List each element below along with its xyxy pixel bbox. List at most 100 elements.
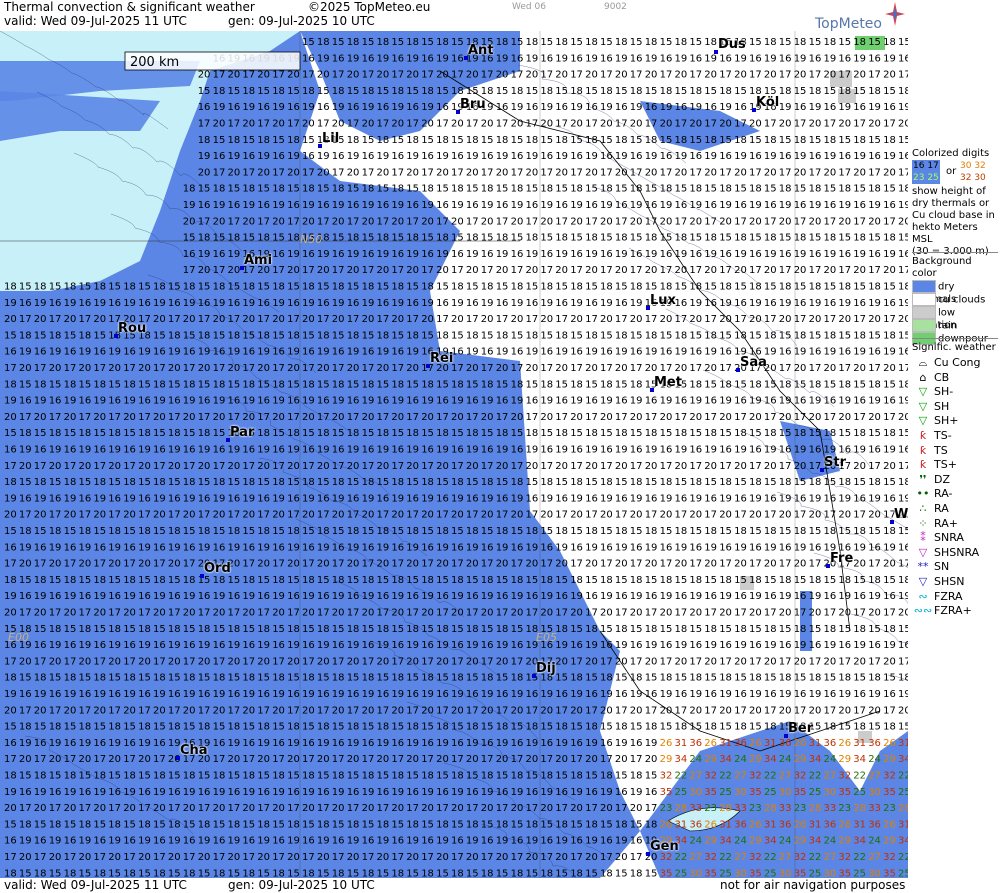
svg-text:19: 19	[511, 298, 524, 309]
svg-text:18: 18	[660, 575, 673, 586]
svg-text:19: 19	[645, 738, 658, 749]
svg-text:18: 18	[645, 624, 658, 635]
svg-text:19: 19	[704, 347, 717, 358]
svg-text:16: 16	[481, 249, 494, 260]
svg-text:16: 16	[570, 542, 583, 553]
city-label[interactable]: Ami	[244, 253, 272, 268]
svg-text:20: 20	[496, 70, 509, 81]
svg-text:19: 19	[451, 396, 464, 407]
svg-text:34: 34	[719, 836, 732, 847]
svg-text:20: 20	[838, 608, 851, 619]
city-label[interactable]: Bru	[460, 97, 486, 112]
svg-text:18: 18	[555, 233, 568, 244]
svg-text:15: 15	[168, 477, 181, 488]
city-label[interactable]: Cha	[180, 743, 208, 758]
city-label[interactable]: Met	[654, 375, 682, 390]
city-label[interactable]: Par	[230, 425, 254, 440]
svg-text:20: 20	[675, 70, 688, 81]
svg-text:20: 20	[257, 852, 270, 863]
legend-weather-label: SHSNRA	[934, 545, 980, 559]
svg-text:18: 18	[675, 37, 688, 48]
svg-text:17: 17	[347, 705, 360, 716]
svg-text:17: 17	[719, 559, 732, 570]
svg-text:17: 17	[630, 656, 643, 667]
svg-text:20: 20	[511, 608, 524, 619]
svg-text:16: 16	[824, 200, 837, 211]
svg-text:15: 15	[421, 624, 434, 635]
svg-text:17: 17	[347, 510, 360, 521]
city-label[interactable]: Saa	[740, 355, 767, 370]
svg-text:18: 18	[93, 282, 106, 293]
svg-text:17: 17	[585, 412, 598, 423]
svg-text:20: 20	[853, 363, 866, 374]
svg-text:16: 16	[868, 347, 881, 358]
svg-text:16: 16	[436, 787, 449, 798]
svg-text:15: 15	[228, 868, 241, 878]
svg-text:17: 17	[570, 363, 583, 374]
svg-text:16: 16	[540, 542, 553, 553]
svg-text:15: 15	[883, 282, 896, 293]
svg-text:15: 15	[675, 477, 688, 488]
city-label[interactable]: Rou	[118, 321, 146, 336]
svg-text:18: 18	[213, 282, 226, 293]
svg-text:26: 26	[883, 819, 896, 830]
svg-text:19: 19	[213, 102, 226, 113]
svg-text:20: 20	[317, 167, 330, 178]
svg-text:19: 19	[421, 298, 434, 309]
svg-text:19: 19	[138, 836, 151, 847]
city-label[interactable]: Lil	[322, 131, 339, 146]
svg-text:20: 20	[34, 412, 47, 423]
svg-text:19: 19	[436, 640, 449, 651]
svg-text:15: 15	[138, 575, 151, 586]
svg-text:15: 15	[600, 330, 613, 341]
svg-text:16: 16	[645, 200, 658, 211]
city-label[interactable]: Str	[824, 455, 846, 470]
svg-text:16: 16	[406, 689, 419, 700]
svg-text:18: 18	[228, 135, 241, 146]
svg-text:20: 20	[898, 412, 908, 423]
svg-text:16: 16	[660, 542, 673, 553]
svg-text:20: 20	[466, 754, 479, 765]
city-label[interactable]: Ord	[204, 561, 231, 576]
svg-text:20: 20	[198, 167, 211, 178]
city-label[interactable]: W	[894, 507, 908, 522]
svg-text:16: 16	[183, 836, 196, 847]
svg-text:17: 17	[436, 412, 449, 423]
city-label[interactable]: Ant	[468, 43, 494, 58]
city-label[interactable]: Lux	[650, 293, 676, 308]
svg-text:19: 19	[49, 347, 62, 358]
city-label[interactable]: Ber	[788, 721, 813, 736]
svg-text:18: 18	[421, 673, 434, 684]
svg-text:16: 16	[332, 445, 345, 456]
city-label[interactable]: Köl	[756, 95, 779, 110]
svg-text:15: 15	[168, 868, 181, 878]
svg-text:20: 20	[377, 559, 390, 570]
svg-text:15: 15	[302, 428, 315, 439]
svg-text:17: 17	[794, 216, 807, 227]
svg-text:16: 16	[630, 836, 643, 847]
svg-text:19: 19	[764, 249, 777, 260]
svg-text:17: 17	[540, 461, 553, 472]
logo-text: TopMeteo	[815, 16, 882, 32]
svg-text:20: 20	[4, 608, 17, 619]
svg-text:15: 15	[272, 428, 285, 439]
svg-text:18: 18	[406, 722, 419, 733]
svg-text:20: 20	[675, 167, 688, 178]
svg-text:19: 19	[272, 787, 285, 798]
svg-text:16: 16	[734, 591, 747, 602]
svg-text:16: 16	[719, 249, 732, 260]
svg-text:19: 19	[675, 249, 688, 260]
svg-text:16: 16	[391, 738, 404, 749]
svg-text:18: 18	[645, 233, 658, 244]
city-label[interactable]: Dus	[718, 37, 746, 52]
svg-text:18: 18	[79, 722, 92, 733]
svg-text:19: 19	[451, 200, 464, 211]
city-label[interactable]: Dij	[536, 661, 556, 676]
city-label[interactable]: Rei	[430, 351, 453, 366]
legend-or: or	[946, 166, 957, 177]
legend-weather-item: ⌓ Cu Cong	[912, 356, 981, 370]
city-label[interactable]: Gen	[650, 839, 679, 854]
svg-text:17: 17	[19, 510, 32, 521]
city-label[interactable]: Fre	[830, 551, 853, 566]
weather-map[interactable]: 15 18 15 18 15 18 15 18 15 18 15 18 15 18 15 18 15 18 15 18…	[0, 31, 908, 878]
